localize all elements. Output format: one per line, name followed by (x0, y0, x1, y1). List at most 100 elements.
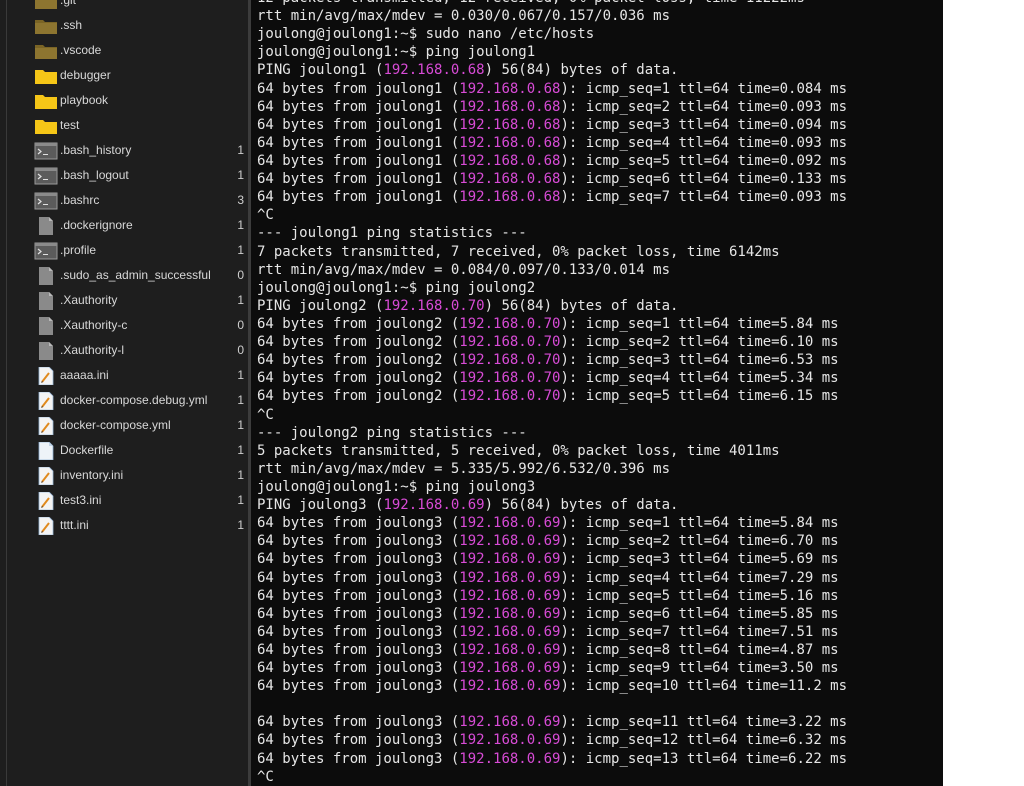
file-item[interactable]: .bash_history 1 (0, 138, 248, 163)
ip-address: 192.168.0.70 (459, 388, 561, 405)
file-name: .git (60, 0, 77, 7)
file-item[interactable]: .Xauthority-c 0 (0, 313, 248, 338)
terminal-line: rtt min/avg/max/mdev = 0.030/0.067/0.157… (257, 7, 847, 25)
file-name: Dockerfile (60, 443, 114, 457)
file-count: 1 (237, 393, 244, 407)
terminal-line: 64 bytes from joulong1 (192.168.0.68): i… (257, 152, 847, 170)
file-item[interactable]: docker-compose.yml 1 (0, 413, 248, 438)
text-file-icon (34, 466, 58, 486)
terminal-line: 64 bytes from joulong3 (192.168.0.69): i… (257, 623, 847, 641)
terminal-line: ^C (257, 206, 847, 224)
terminal-output: 12 packets transmitted, 12 received, 0% … (257, 0, 847, 786)
file-count: 0 (237, 268, 244, 282)
ip-address: 192.168.0.69 (459, 714, 561, 731)
terminal-line: 7 packets transmitted, 7 received, 0% pa… (257, 243, 847, 261)
file-item[interactable]: .bashrc 3 (0, 188, 248, 213)
terminal-line: rtt min/avg/max/mdev = 5.335/5.992/6.532… (257, 460, 847, 478)
terminal-line: 64 bytes from joulong2 (192.168.0.70): i… (257, 333, 847, 351)
file-item[interactable]: .Xauthority 1 (0, 288, 248, 313)
file-item[interactable]: .vscode (0, 38, 248, 63)
terminal-text: 64 bytes from joulong3 ( (257, 551, 460, 568)
file-icon (34, 342, 58, 360)
file-item[interactable]: debugger (0, 63, 248, 88)
ip-address: 192.168.0.68 (459, 171, 561, 188)
document-icon (34, 441, 58, 461)
terminal-line: joulong@joulong1:~$ ping joulong1 (257, 43, 847, 61)
terminal-text: 12 packets transmitted, 12 received, 0% … (257, 0, 805, 6)
terminal-line: 64 bytes from joulong3 (192.168.0.69): i… (257, 750, 847, 768)
terminal-line: 64 bytes from joulong3 (192.168.0.69): i… (257, 731, 847, 749)
file-name: debugger (60, 68, 111, 82)
terminal-text: 64 bytes from joulong1 ( (257, 189, 460, 206)
terminal-text: ): icmp_seq=5 ttl=64 time=0.092 ms (560, 152, 848, 169)
terminal-file-icon (34, 142, 58, 160)
file-item[interactable]: test (0, 113, 248, 138)
file-item[interactable]: .dockerignore 1 (0, 213, 248, 238)
file-item[interactable]: aaaaa.ini 1 (0, 363, 248, 388)
terminal-line: PING joulong3 (192.168.0.69) 56(84) byte… (257, 496, 847, 514)
terminal-line: ^C (257, 768, 847, 786)
terminal-text: 64 bytes from joulong3 ( (257, 714, 460, 731)
file-item[interactable]: test3.ini 1 (0, 488, 248, 513)
file-item[interactable]: docker-compose.debug.yml 1 (0, 388, 248, 413)
file-name: .ssh (60, 18, 83, 32)
folder-icon (34, 67, 58, 85)
file-name: test3.ini (60, 493, 102, 507)
terminal-text: 64 bytes from joulong1 ( (257, 171, 460, 188)
terminal-line: PING joulong2 (192.168.0.70) 56(84) byte… (257, 297, 847, 315)
file-item[interactable]: .git (0, 0, 248, 13)
terminal-line: 64 bytes from joulong3 (192.168.0.69): i… (257, 532, 847, 550)
file-name: .sudo_as_admin_successful (60, 268, 211, 282)
file-item[interactable]: inventory.ini 1 (0, 463, 248, 488)
ip-address: 192.168.0.70 (459, 352, 561, 369)
terminal-line: 64 bytes from joulong1 (192.168.0.68): i… (257, 188, 847, 206)
ip-address: 192.168.0.69 (459, 641, 561, 658)
ip-address: 192.168.0.69 (459, 515, 561, 532)
file-count: 1 (237, 418, 244, 432)
file-item[interactable]: .sudo_as_admin_successful 0 (0, 263, 248, 288)
file-item[interactable]: .bash_logout 1 (0, 163, 248, 188)
ip-address: 192.168.0.69 (459, 732, 561, 749)
terminal-text: ): icmp_seq=4 ttl=64 time=7.29 ms (560, 569, 839, 586)
terminal-line: 64 bytes from joulong3 (192.168.0.69): i… (257, 641, 847, 659)
folder-icon (34, 42, 58, 60)
terminal-text: 64 bytes from joulong2 ( (257, 370, 460, 387)
file-item[interactable]: .profile 1 (0, 238, 248, 263)
terminal-pane[interactable]: 12 packets transmitted, 12 received, 0% … (251, 0, 943, 786)
file-name: test (60, 118, 80, 132)
right-gutter (943, 0, 1024, 786)
file-count: 1 (237, 218, 244, 232)
file-name: .profile (60, 243, 97, 257)
terminal-line: 64 bytes from joulong3 (192.168.0.69): i… (257, 550, 847, 568)
ip-address: 192.168.0.68 (459, 98, 561, 115)
terminal-text: 64 bytes from joulong1 ( (257, 116, 460, 133)
terminal-text: PING joulong3 ( (257, 497, 384, 514)
terminal-line: 64 bytes from joulong1 (192.168.0.68): i… (257, 80, 847, 98)
file-count: 1 (237, 493, 244, 507)
file-icon (34, 292, 58, 310)
text-file-icon (34, 491, 58, 511)
terminal-text: ): icmp_seq=11 ttl=64 time=3.22 ms (560, 714, 848, 731)
file-item[interactable]: tttt.ini 1 (0, 513, 248, 538)
terminal-text: PING joulong2 ( (257, 297, 384, 314)
terminal-text: ) 56(84) bytes of data. (484, 297, 679, 314)
terminal-text: 64 bytes from joulong1 ( (257, 80, 460, 97)
terminal-text: ^C (257, 207, 274, 224)
terminal-text: 64 bytes from joulong3 ( (257, 732, 460, 749)
terminal-text: ): icmp_seq=3 ttl=64 time=5.69 ms (560, 551, 839, 568)
file-name: docker-compose.debug.yml (60, 393, 208, 407)
file-item[interactable]: .ssh (0, 13, 248, 38)
file-item[interactable]: .Xauthority-l 0 (0, 338, 248, 363)
file-name: playbook (60, 93, 109, 107)
folder-icon (34, 0, 58, 10)
terminal-text: ): icmp_seq=2 ttl=64 time=6.10 ms (560, 334, 839, 351)
file-item[interactable]: Dockerfile 1 (0, 438, 248, 463)
terminal-text: ) 56(84) bytes of data. (484, 497, 679, 514)
file-count: 1 (237, 243, 244, 257)
ip-address: 192.168.0.69 (459, 569, 561, 586)
file-count: 0 (237, 318, 244, 332)
file-item[interactable]: playbook (0, 88, 248, 113)
terminal-line: PING joulong1 (192.168.0.68) 56(84) byte… (257, 61, 847, 79)
ip-address: 192.168.0.68 (459, 189, 561, 206)
